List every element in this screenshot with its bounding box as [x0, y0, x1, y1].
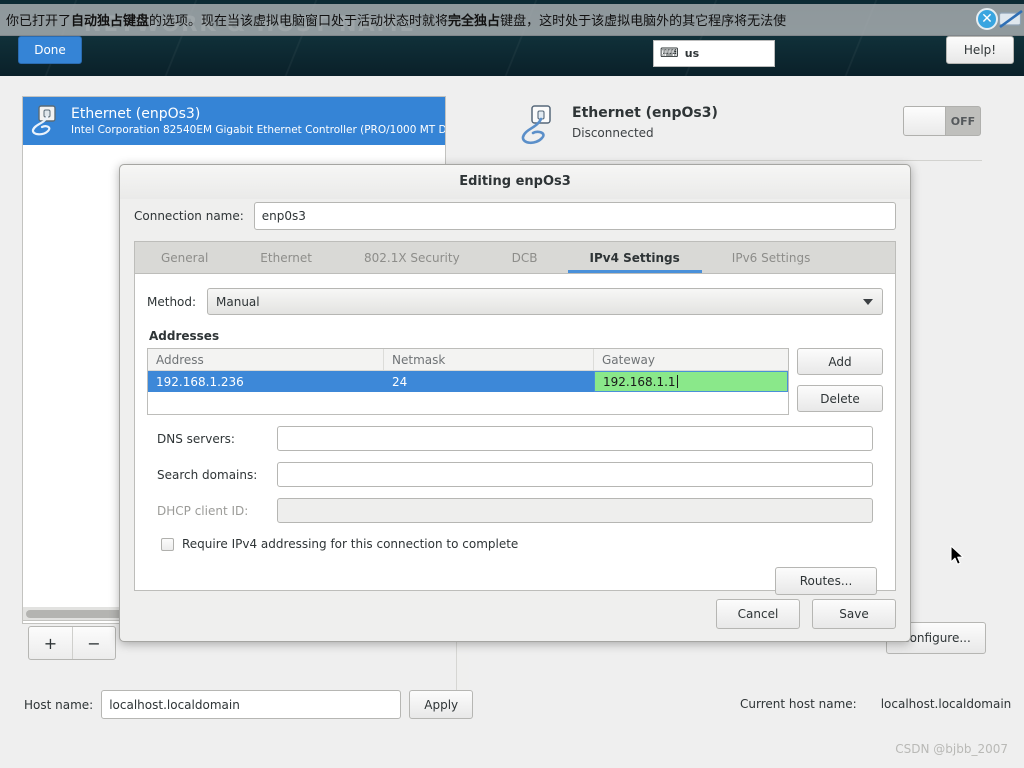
search-domains-label: Search domains:	[157, 467, 258, 482]
help-button[interactable]: Help!	[946, 36, 1014, 64]
require-ipv4-checkbox[interactable]	[161, 537, 174, 551]
add-connection-button[interactable]: +	[29, 627, 72, 659]
method-row: Method: Manual	[147, 288, 883, 315]
dhcp-client-id-label: DHCP client ID:	[157, 503, 249, 518]
apply-button[interactable]: Apply	[409, 690, 474, 719]
close-icon[interactable]: ✕	[976, 8, 998, 30]
toggle-knob	[904, 107, 946, 135]
dialog-title: Editing enpOs3	[120, 165, 910, 199]
column-header-address: Address	[148, 349, 384, 370]
addresses-buttons: Add Delete	[797, 348, 883, 412]
require-ipv4-row: Require IPv4 addressing for this connect…	[161, 537, 883, 551]
connection-name-input[interactable]	[253, 202, 896, 230]
toast-text-bold-1: 自动独占键盘	[71, 14, 150, 29]
chevron-down-icon	[863, 298, 873, 305]
toast-text-3: 键盘，这时处于该虚拟电脑外的其它程序将无法使	[500, 14, 787, 29]
keyboard-icon: ⌨	[660, 46, 679, 61]
delete-address-button[interactable]: Delete	[797, 385, 883, 412]
cell-address[interactable]: 192.168.1.236	[148, 371, 384, 392]
toast-text-2: 的选项。现在当该虚拟电脑窗口处于活动状态时就将	[149, 14, 449, 29]
done-button[interactable]: Done	[18, 36, 82, 64]
remove-connection-button[interactable]: −	[71, 627, 115, 659]
toggle-state-label: OFF	[950, 114, 976, 128]
device-detail-header: Ethernet (enpOs3) Disconnected	[520, 104, 718, 148]
tab-ipv6-settings[interactable]: IPv6 Settings	[706, 242, 837, 273]
tab-ethernet[interactable]: Ethernet	[234, 242, 338, 273]
watermark: CSDN @bjbb_2007	[895, 742, 1008, 756]
device-name: Ethernet (enpOs3)	[572, 105, 718, 121]
require-ipv4-label: Require IPv4 addressing for this connect…	[182, 537, 519, 551]
list-toolbar: + −	[28, 626, 116, 660]
keyboard-layout-indicator[interactable]: ⌨ us	[653, 40, 775, 67]
connection-name-label: Connection name:	[134, 209, 244, 223]
cell-netmask[interactable]: 24	[384, 371, 594, 392]
dhcp-client-id-row: DHCP client ID:	[147, 498, 883, 523]
search-domains-row: Search domains:	[147, 462, 883, 487]
dialog-footer: Cancel Save	[716, 599, 896, 629]
table-row[interactable]: 192.168.1.236 24 192.168.1.1	[148, 371, 788, 392]
keyboard-layout-label: us	[684, 47, 700, 60]
dns-servers-input[interactable]	[277, 426, 873, 451]
column-header-netmask: Netmask	[384, 349, 594, 370]
cell-gateway[interactable]: 192.168.1.1	[594, 371, 788, 392]
hostname-row: Host name: Apply	[24, 690, 474, 719]
current-hostname-value: localhost.localdomain	[880, 697, 1012, 711]
dhcp-client-id-input	[277, 498, 873, 523]
hostname-input[interactable]	[101, 690, 402, 719]
method-select[interactable]: Manual	[207, 288, 883, 315]
cell-gateway-text: 192.168.1.1	[603, 374, 676, 389]
list-item-subtitle: Intel Corporation 82540EM Gigabit Ethern…	[71, 123, 445, 136]
search-domains-input[interactable]	[277, 462, 873, 487]
ethernet-icon	[31, 104, 65, 138]
save-button[interactable]: Save	[812, 599, 896, 629]
keyboard-capture-notification: 你已打开了 自动独占键盘 的选项。现在当该虚拟电脑窗口处于活动状态时就将 完全独…	[0, 4, 1024, 36]
list-item-title: Ethernet (enpOs3)	[71, 105, 201, 122]
column-header-gateway: Gateway	[602, 352, 656, 367]
table-row-empty[interactable]	[148, 392, 788, 414]
detail-divider	[520, 160, 982, 161]
tab-general[interactable]: General	[135, 242, 234, 273]
device-state: Disconnected	[572, 126, 654, 140]
current-hostname-row: Current host name: localhost.localdomain	[740, 697, 1011, 711]
device-power-toggle[interactable]: OFF	[903, 106, 981, 136]
addresses-heading: Addresses	[149, 329, 220, 343]
method-label: Method:	[147, 294, 197, 309]
routes-button[interactable]: Routes...	[775, 567, 877, 595]
ipv4-settings-panel: Method: Manual Addresses Address Netmask…	[134, 273, 896, 595]
ethernet-icon	[520, 104, 562, 148]
addresses-area: Address Netmask Gateway 192.168.1.236 24…	[147, 348, 883, 415]
edit-connection-dialog: Editing enpOs3 Connection name: General …	[119, 164, 911, 642]
table-header: Address Netmask Gateway	[148, 349, 788, 371]
hostname-label: Host name:	[24, 697, 94, 712]
keyboard-disabled-icon	[998, 9, 1024, 29]
dialog-tabs: General Ethernet 802.1X Security DCB IPv…	[134, 241, 896, 273]
add-address-button[interactable]: Add	[797, 348, 883, 375]
tab-ipv4-settings[interactable]: IPv4 Settings	[564, 242, 706, 273]
current-hostname-label: Current host name:	[740, 697, 857, 711]
dns-servers-label: DNS servers:	[157, 431, 235, 446]
dns-servers-row: DNS servers:	[147, 426, 883, 451]
cancel-button[interactable]: Cancel	[716, 599, 800, 629]
mouse-cursor	[950, 545, 966, 570]
method-selected-value: Manual	[216, 294, 260, 309]
tab-8021x-security[interactable]: 802.1X Security	[338, 242, 486, 273]
toast-text-1: 你已打开了	[6, 14, 72, 29]
addresses-table[interactable]: Address Netmask Gateway 192.168.1.236 24…	[147, 348, 789, 415]
list-item[interactable]: Ethernet (enpOs3) Intel Corporation 8254…	[23, 97, 445, 145]
toast-text-bold-2: 完全独占	[448, 14, 501, 29]
tab-dcb[interactable]: DCB	[486, 242, 564, 273]
connection-name-row: Connection name:	[120, 199, 910, 233]
text-cursor	[676, 375, 678, 388]
routes-row: Routes...	[147, 567, 883, 595]
